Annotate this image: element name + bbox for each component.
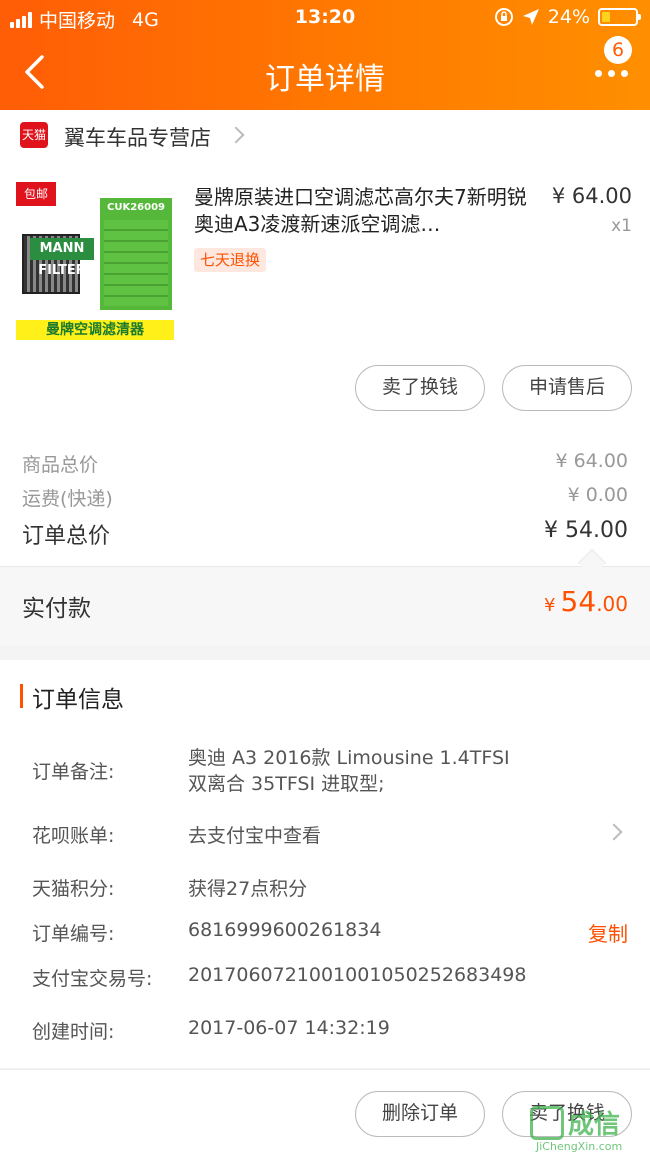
remark-line-1: 奥迪 A3 2016款 Limousine 1.4TFSI (188, 747, 510, 769)
watermark-text: 成信 (568, 1110, 621, 1140)
created-label: 创建时间: (32, 1021, 115, 1043)
notification-badge: 6 (604, 36, 632, 64)
points-value: 获得27点积分 (188, 878, 308, 900)
watermark: 成信 JiChengXin.com (530, 1102, 640, 1153)
product-code: CUK26009 (107, 202, 165, 213)
remark-line-2: 双离合 35TFSI 进取型; (188, 773, 385, 795)
points-label: 天猫积分: (32, 878, 115, 900)
tmall-logo: 天猫 (20, 122, 48, 148)
paid-currency: ¥ (544, 595, 556, 616)
huabei-link[interactable]: 去支付宝中查看 (188, 821, 321, 848)
order-total-label: 订单总价 (22, 524, 111, 549)
paid-value: ¥ 54.00 (544, 585, 628, 618)
rotation-lock-icon (494, 8, 513, 26)
shipping-value: ¥ 0.00 (567, 484, 628, 506)
watermark-url: JiChengXin.com (536, 1140, 623, 1153)
shipping-label: 运费(快递) (22, 488, 113, 510)
free-shipping-tag: 包邮 (16, 182, 56, 206)
store-row[interactable]: 天猫 翼车车品专营店 (0, 110, 650, 162)
paid-amount-row: 实付款 ¥ 54.00 (0, 566, 650, 646)
section-accent (20, 684, 23, 708)
battery-percent: 24% (547, 6, 590, 28)
product-quantity: x1 (611, 216, 632, 236)
product-card: 包邮 CUK26009 MANN FILTER 曼牌空调滤清器 曼牌原装进口空调… (0, 162, 650, 432)
product-banner: 曼牌空调滤清器 (16, 320, 174, 340)
more-dots-icon[interactable] (595, 70, 628, 77)
goods-total-value: ¥ 64.00 (555, 450, 628, 472)
paid-integer: 54 (560, 585, 597, 618)
order-info: 订单信息 订单备注: 奥迪 A3 2016款 Limousine 1.4TFSI… (0, 660, 650, 1068)
header: 中国移动 4G 13:20 24% 订单详情 6 (0, 0, 650, 110)
nav-bar: 订单详情 6 (0, 36, 650, 110)
page-title: 订单详情 (265, 62, 385, 97)
copy-button[interactable]: 复制 (588, 918, 628, 947)
battery-icon (598, 8, 641, 26)
after-sale-button[interactable]: 申请售后 (502, 365, 632, 411)
store-name[interactable]: 翼车车品专营店 (64, 122, 211, 152)
brand-logo: MANN FILTER (30, 238, 94, 278)
chevron-right-icon[interactable] (605, 823, 623, 841)
paid-label: 实付款 (22, 596, 91, 622)
alipay-label: 支付宝交易号: (32, 968, 153, 990)
alipay-value: 2017060721001001050252683498 (188, 964, 527, 986)
status-bar: 中国移动 4G 13:20 24% (0, 0, 650, 36)
location-arrow-icon (522, 9, 539, 25)
goods-total-label: 商品总价 (22, 454, 99, 476)
product-image[interactable]: 包邮 CUK26009 MANN FILTER 曼牌空调滤清器 (16, 182, 174, 342)
watermark-logo (530, 1106, 564, 1140)
product-price: ¥ 64.00 (551, 184, 632, 208)
remark-label: 订单备注: (32, 761, 115, 783)
product-title[interactable]: 曼牌原装进口空调滤芯高尔夫7新明锐奥迪A3凌渡新速派空调滤… (194, 184, 534, 238)
order-number-label: 订单编号: (32, 923, 115, 945)
price-summary: 商品总价 ¥ 64.00 运费(快递) ¥ 0.00 订单总价 ¥ 54.00 (0, 432, 650, 566)
return-policy-badge: 七天退换 (194, 248, 267, 272)
order-info-title: 订单信息 (32, 687, 124, 713)
order-number-value: 6816999600261834 (188, 919, 382, 941)
sell-button[interactable]: 卖了换钱 (355, 365, 485, 411)
delete-order-button[interactable]: 删除订单 (355, 1091, 485, 1137)
huabei-label: 花呗账单: (32, 825, 115, 847)
order-total-value: ¥ 54.00 (544, 518, 628, 543)
created-value: 2017-06-07 14:32:19 (188, 1017, 390, 1039)
chevron-right-icon (227, 126, 245, 144)
paid-decimal: .00 (596, 592, 628, 616)
compatibility-table: CUK26009 (100, 198, 172, 310)
